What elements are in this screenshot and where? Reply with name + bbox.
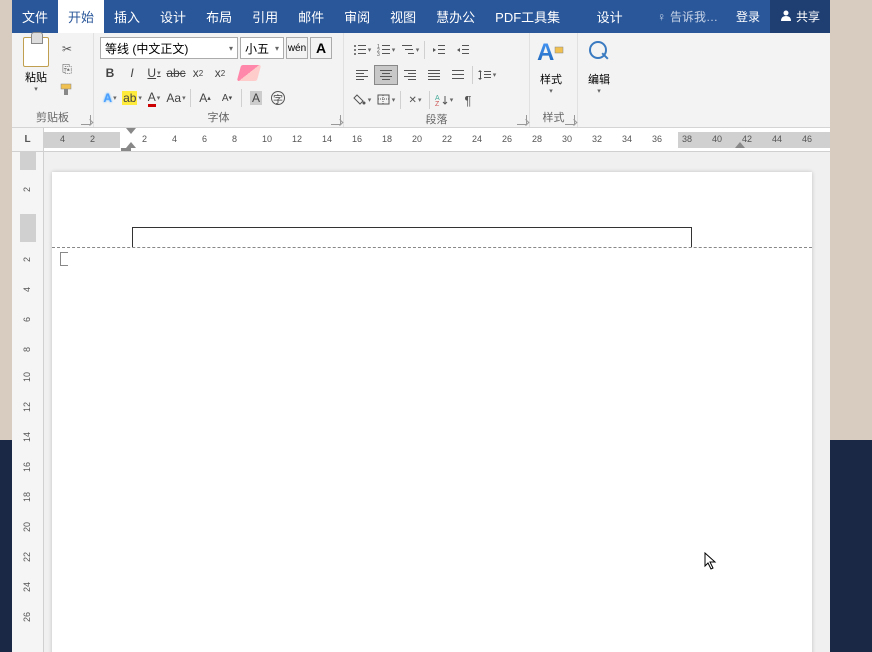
group-clipboard: 粘贴 ▾ ✂ ⎘ 剪贴板 [12, 33, 94, 127]
paragraph-launcher[interactable] [517, 115, 527, 125]
share-button[interactable]: 共享 [770, 0, 830, 33]
tab-review[interactable]: 审阅 [334, 0, 380, 33]
format-painter-button[interactable] [58, 81, 76, 97]
decrease-indent-button[interactable] [427, 40, 451, 60]
shrink-font-button[interactable]: A▾ [217, 88, 237, 108]
word-window: 文件 开始 插入 设计 布局 引用 邮件 审阅 视图 慧办公 PDF工具集 设计… [12, 0, 830, 652]
bullets-button[interactable] [350, 40, 374, 60]
clipboard-icon [23, 37, 49, 67]
workspace: 22468101214161820222426 [12, 152, 830, 652]
paste-button[interactable]: 粘贴 ▾ [18, 37, 54, 93]
styles-launcher[interactable] [565, 115, 575, 125]
tell-me-label: 告诉我… [670, 8, 718, 25]
person-icon [780, 9, 792, 24]
group-font-label: 字体 [94, 109, 343, 127]
strikethrough-button[interactable]: abc [166, 63, 186, 83]
ribbon-tabbar: 文件 开始 插入 设计 布局 引用 邮件 审阅 视图 慧办公 PDF工具集 设计… [12, 0, 830, 33]
font-name-value: 等线 (中文正文) [105, 40, 188, 57]
styles-button[interactable]: A 样式 ▾ [530, 33, 572, 95]
tab-layout[interactable]: 布局 [196, 0, 242, 33]
increase-indent-button[interactable] [451, 40, 475, 60]
tab-references[interactable]: 引用 [242, 0, 288, 33]
find-icon [585, 39, 613, 67]
grow-font-button[interactable]: A▴ [195, 88, 215, 108]
tell-me-search[interactable]: ♀ 告诉我… [649, 0, 726, 33]
italic-button[interactable]: I [122, 63, 142, 83]
sort-button[interactable]: AZ [432, 90, 456, 110]
group-styles-label: 样式 [530, 109, 577, 127]
shading-button[interactable] [350, 90, 374, 110]
styles-icon: A [537, 39, 565, 67]
margin-bracket [60, 252, 68, 266]
change-case-button[interactable]: Aa [166, 88, 186, 108]
vertical-ruler[interactable]: 22468101214161820222426 [12, 152, 44, 652]
char-border-button[interactable]: A [310, 37, 332, 59]
font-launcher[interactable] [331, 115, 341, 125]
editing-label: 编辑 [588, 71, 610, 87]
group-font: 等线 (中文正文) ▾ 小五 ▾ wén A B I U abc x2 [94, 33, 344, 127]
align-distributed-button[interactable] [446, 65, 470, 85]
highlight-button[interactable]: ab [122, 88, 142, 108]
font-name-combo[interactable]: 等线 (中文正文) ▾ [100, 37, 238, 59]
multilevel-list-button[interactable] [398, 40, 422, 60]
tab-file[interactable]: 文件 [12, 0, 58, 33]
tab-mail[interactable]: 邮件 [288, 0, 334, 33]
group-editing-label [578, 109, 626, 127]
lightbulb-icon: ♀ [657, 10, 666, 24]
tab-design[interactable]: 设计 [150, 0, 196, 33]
enclose-char-button[interactable]: 字 [268, 88, 288, 108]
group-paragraph: 123 [344, 33, 530, 127]
group-clipboard-label: 剪贴板 [12, 109, 93, 127]
subscript-button[interactable]: x2 [188, 63, 208, 83]
tab-pdftools[interactable]: PDF工具集 [485, 0, 570, 33]
borders-button[interactable] [374, 90, 398, 110]
svg-text:3: 3 [377, 52, 380, 58]
line-spacing-button[interactable] [475, 65, 499, 85]
phonetic-guide-button[interactable]: wén [286, 37, 308, 59]
font-color-button[interactable]: A [144, 88, 164, 108]
tab-insert[interactable]: 插入 [104, 0, 150, 33]
horizontal-ruler[interactable]: 4224681012141618202224262830323436384042… [44, 128, 830, 151]
align-right-button[interactable] [398, 65, 422, 85]
align-left-button[interactable] [350, 65, 374, 85]
styles-label: 样式 [540, 71, 562, 87]
align-center-button[interactable] [374, 65, 398, 85]
tab-view[interactable]: 视图 [380, 0, 426, 33]
page [52, 172, 812, 652]
share-label: 共享 [796, 8, 820, 25]
text-effects-button[interactable]: A [100, 88, 120, 108]
header-table-cell[interactable] [132, 227, 692, 247]
clipboard-launcher[interactable] [81, 115, 91, 125]
document-canvas[interactable] [44, 152, 830, 652]
char-shading-button[interactable]: A [246, 88, 266, 108]
login-button[interactable]: 登录 [726, 0, 770, 33]
numbering-button[interactable]: 123 [374, 40, 398, 60]
bold-button[interactable]: B [100, 63, 120, 83]
ruler-area: L 42246810121416182022242628303234363840… [12, 128, 830, 152]
group-styles: A 样式 ▾ 样式 [530, 33, 578, 127]
editing-button[interactable]: 编辑 ▾ [578, 33, 620, 95]
tab-context-design[interactable]: 设计 [587, 0, 633, 33]
header-boundary [52, 247, 812, 248]
tab-home[interactable]: 开始 [58, 0, 104, 33]
asian-layout-button[interactable]: ✕ [403, 90, 427, 110]
superscript-button[interactable]: x2 [210, 63, 230, 83]
tab-selector[interactable]: L [12, 128, 44, 151]
svg-text:Z: Z [435, 101, 440, 108]
cut-button[interactable]: ✂ [58, 41, 76, 57]
ribbon: 粘贴 ▾ ✂ ⎘ 剪贴板 等线 [12, 33, 830, 128]
paste-label: 粘贴 [25, 69, 47, 85]
group-editing: 编辑 ▾ [578, 33, 626, 127]
tab-huioffice[interactable]: 慧办公 [426, 0, 485, 33]
copy-button[interactable]: ⎘ [58, 61, 76, 77]
eraser-icon [237, 65, 261, 81]
show-marks-button[interactable]: ¶ [456, 90, 480, 110]
align-justify-button[interactable] [422, 65, 446, 85]
underline-button[interactable]: U [144, 63, 164, 83]
group-paragraph-label: 段落 [344, 111, 529, 127]
